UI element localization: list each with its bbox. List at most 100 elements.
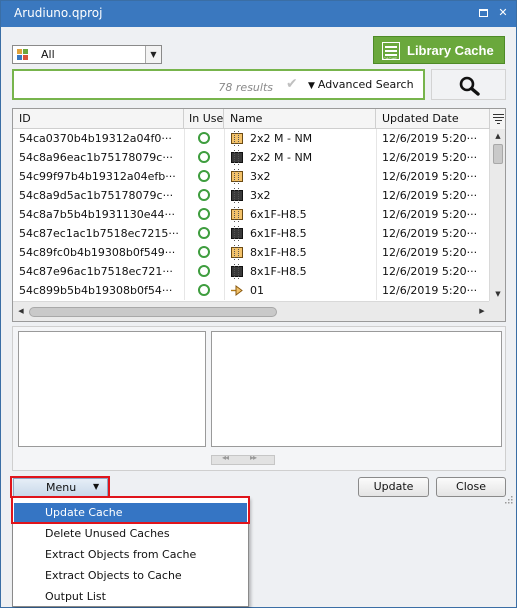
horizontal-scroll-thumb[interactable]: [29, 307, 277, 317]
ic-chip-icon: [231, 207, 243, 222]
table-row[interactable]: 54c8a96eac1b75178079c··· 2x2 M - NM 12/6…: [13, 148, 489, 167]
resize-grip-icon[interactable]: [504, 495, 513, 504]
title-bar[interactable]: Arudiuno.qproj ✕: [1, 1, 516, 27]
row-name: 2x2 M - NM: [231, 129, 376, 148]
row-date: 12/6/2019 5:20···: [382, 189, 478, 202]
row-name-text: 6x1F-H8.5: [250, 227, 307, 240]
update-button[interactable]: Update: [358, 477, 429, 497]
row-name-text: 2x2 M - NM: [250, 151, 313, 164]
scroll-left-icon[interactable]: ◀: [14, 302, 28, 321]
in-use-indicator: [196, 148, 212, 167]
filter-value: All: [41, 48, 55, 61]
table-row[interactable]: 54ca0370b4b19312a04f0··· 2x2 M - NM 12/6…: [13, 129, 489, 148]
row-name: 01: [231, 281, 376, 300]
pager-next-icon[interactable]: ▸▸: [250, 453, 257, 462]
in-use-indicator: [196, 262, 212, 281]
menu-highlight-box: [10, 476, 110, 498]
scroll-up-icon[interactable]: ▲: [490, 129, 505, 143]
menu-item-delete-unused-caches[interactable]: Delete Unused Caches: [14, 524, 247, 544]
update-cache-highlight-box: [11, 496, 250, 524]
row-id: 54c89fc0b4b19308b0f549···: [19, 246, 176, 259]
table-row[interactable]: 54c87e96ac1b7518ec721··· 8x1F-H8.5 12/6/…: [13, 262, 489, 281]
row-id: 54ca0370b4b19312a04f0···: [19, 132, 172, 145]
row-name: 8x1F-H8.5: [231, 262, 376, 281]
row-name-text: 01: [250, 284, 264, 297]
client-area: All ▼ CACHE Library Cache 78 results ✔ ▼…: [1, 27, 516, 607]
ic-chip-icon: [231, 226, 243, 241]
column-header-updated-date[interactable]: Updated Date: [376, 109, 489, 129]
row-id: 54c8a7b5b4b1931130e44···: [19, 208, 175, 221]
category-icon: [17, 49, 29, 61]
ic-chip-icon: [231, 169, 243, 184]
close-button[interactable]: Close: [436, 477, 506, 497]
vertical-scrollbar[interactable]: ▲ ▼: [489, 129, 505, 301]
pin-icon: [231, 285, 243, 296]
maximize-icon: [478, 9, 488, 17]
row-name: 3x2: [231, 167, 376, 186]
row-date: 12/6/2019 5:20···: [382, 265, 478, 278]
ic-chip-icon: [231, 131, 243, 146]
column-header-in-use[interactable]: In Use: [184, 109, 224, 129]
in-use-indicator: [196, 224, 212, 243]
scroll-down-icon[interactable]: ▼: [490, 287, 505, 301]
preview-pager[interactable]: ◂◂ ▸▸: [211, 453, 275, 465]
close-window-button[interactable]: ✕: [495, 5, 511, 21]
status-ring-icon: [198, 265, 210, 277]
search-button[interactable]: [431, 69, 506, 100]
in-use-indicator: [196, 281, 212, 300]
ic-chip-icon: [231, 150, 243, 165]
row-date: 12/6/2019 5:20···: [382, 151, 478, 164]
status-ring-icon: [198, 132, 210, 144]
in-use-indicator: [196, 205, 212, 224]
row-name: 2x2 M - NM: [231, 148, 376, 167]
row-name: 3x2: [231, 186, 376, 205]
table-row[interactable]: 54c87ec1ac1b7518ec7215··· 6x1F-H8.5 12/6…: [13, 224, 489, 243]
column-header-name[interactable]: Name: [224, 109, 376, 129]
search-icon: [459, 76, 480, 96]
in-use-indicator: [196, 243, 212, 262]
vertical-scroll-thumb[interactable]: [493, 144, 503, 164]
row-id: 54c899b5b4b19308b0f54···: [19, 284, 173, 297]
library-cache-button[interactable]: CACHE Library Cache: [373, 36, 505, 64]
table-header: ID In Use Name Updated Date: [13, 109, 489, 129]
scrollbar-corner: [489, 301, 505, 321]
advanced-search-label: Advanced Search: [317, 78, 414, 91]
scroll-right-icon[interactable]: ▶: [475, 302, 489, 321]
filter-dropdown[interactable]: All ▼: [12, 45, 162, 64]
chevron-down-icon[interactable]: ▼: [145, 46, 161, 63]
row-date: 12/6/2019 5:20···: [382, 284, 478, 297]
in-use-indicator: [196, 186, 212, 205]
preview-panel-right: [211, 331, 502, 447]
menu-item-extract-from-cache[interactable]: Extract Objects from Cache: [14, 545, 247, 565]
row-name: 8x1F-H8.5: [231, 243, 376, 262]
table-row[interactable]: 54c89fc0b4b19308b0f549··· 8x1F-H8.5 12/6…: [13, 243, 489, 262]
search-input[interactable]: 78 results ✔ ▼ Advanced Search: [12, 69, 425, 100]
table-body: 54ca0370b4b19312a04f0··· 2x2 M - NM 12/6…: [13, 129, 489, 301]
row-id: 54c87ec1ac1b7518ec7215···: [19, 227, 179, 240]
row-name: 6x1F-H8.5: [231, 224, 376, 243]
status-ring-icon: [198, 170, 210, 182]
results-count: 78 results: [218, 81, 273, 94]
row-name-text: 6x1F-H8.5: [250, 208, 307, 221]
table-row[interactable]: 54c899b5b4b19308b0f54··· 01 12/6/2019 5:…: [13, 281, 489, 300]
in-use-indicator: [196, 167, 212, 186]
horizontal-scrollbar[interactable]: ◀ ▶: [13, 301, 489, 321]
menu-item-extract-to-cache[interactable]: Extract Objects to Cache: [14, 566, 247, 586]
checkmark-icon[interactable]: ✔: [286, 76, 298, 92]
status-ring-icon: [198, 227, 210, 239]
table-row[interactable]: 54c99f97b4b19312a04efb··· 3x2 12/6/2019 …: [13, 167, 489, 186]
menu-item-output-list[interactable]: Output List: [14, 587, 247, 607]
window-title: Arudiuno.qproj: [14, 6, 103, 20]
status-ring-icon: [198, 208, 210, 220]
advanced-search-toggle[interactable]: ▼ Advanced Search: [308, 78, 414, 91]
table-row[interactable]: 54c8a9d5ac1b75178079c··· 3x2 12/6/2019 5…: [13, 186, 489, 205]
pager-prev-icon[interactable]: ◂◂: [222, 453, 229, 462]
column-header-id[interactable]: ID: [13, 109, 184, 129]
table-row[interactable]: 54c8a7b5b4b1931130e44··· 6x1F-H8.5 12/6/…: [13, 205, 489, 224]
main-window: Arudiuno.qproj ✕ All ▼ CACHE Library Cac…: [0, 0, 517, 608]
cache-icon-caption: CACHE: [383, 56, 398, 61]
cache-table: ID In Use Name Updated Date 54ca0370b4b1…: [12, 108, 506, 322]
maximize-button[interactable]: [475, 5, 491, 21]
row-date: 12/6/2019 5:20···: [382, 132, 478, 145]
column-chooser-icon[interactable]: [489, 109, 505, 129]
